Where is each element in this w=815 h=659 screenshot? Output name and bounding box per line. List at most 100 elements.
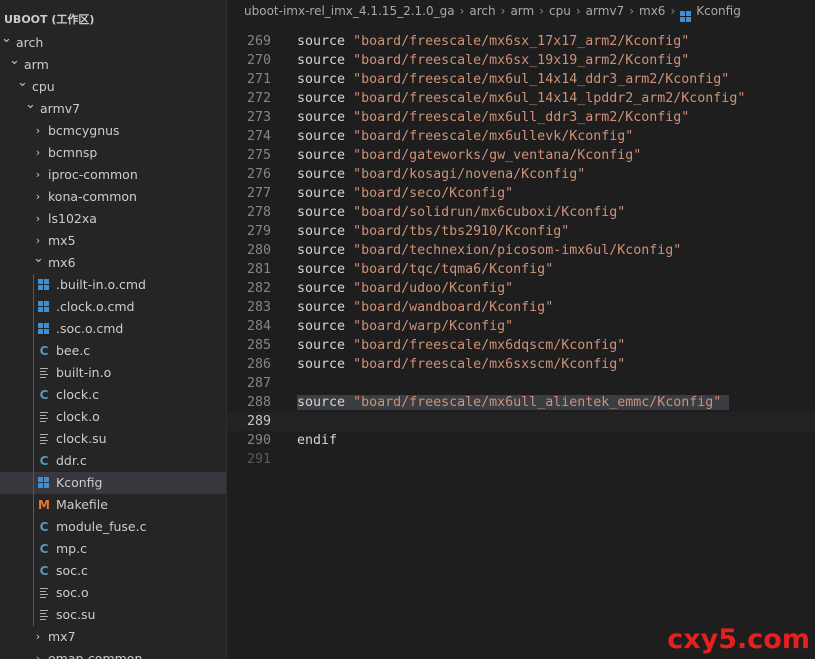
code-text: source "board/freescale/mx6sx_19x19_arm2… (297, 51, 689, 70)
code-line[interactable]: 272 source "board/freescale/mx6ul_14x14_l… (227, 89, 815, 108)
chevron-down-icon[interactable]: ⌄ (33, 248, 44, 270)
code-line[interactable]: 270 source "board/freescale/mx6sx_19x19_a… (227, 51, 815, 70)
tree-item-iproc-common[interactable]: › iproc-common (0, 164, 226, 186)
line-number: 283 (246, 300, 271, 315)
text-file-icon (38, 587, 50, 599)
line-number: 286 (246, 357, 271, 372)
tree-item-bcmcygnus[interactable]: › bcmcygnus (0, 120, 226, 142)
tree-item-bcmnsp[interactable]: › bcmnsp (0, 142, 226, 164)
code-line[interactable]: 274 source "board/freescale/mx6ullevk/Kco… (227, 127, 815, 146)
tree-item-label: built-in.o (56, 365, 112, 380)
chevron-right-icon[interactable]: › (33, 164, 43, 186)
code-line[interactable]: 286 source "board/freescale/mx6sxscm/Kcon… (227, 355, 815, 374)
chevron-down-icon[interactable]: ⌄ (1, 28, 12, 50)
line-number: 270 (246, 53, 271, 68)
breadcrumb: uboot-imx-rel_imx_4.1.15_2.1.0_ga › arch › a… (227, 0, 815, 22)
code-line[interactable]: 278 source "board/solidrun/mx6cuboxi/Kcon… (227, 203, 815, 222)
code-string: "board/warp/Kconfig" (353, 319, 514, 334)
chevron-down-icon[interactable]: ⌄ (9, 50, 20, 72)
code-text: source "board/seco/Kconfig" (297, 184, 513, 203)
tree-item-mx6[interactable]: ⌄ mx6 (0, 251, 226, 274)
tree-item-mx7[interactable]: › mx7 (0, 626, 226, 648)
code-editor[interactable]: uboot-imx-rel_imx_4.1.15_2.1.0_ga › arch › a… (227, 0, 815, 659)
breadcrumb-item[interactable]: cpu (549, 4, 571, 18)
tree-item-armv7[interactable]: ⌄ armv7 (0, 97, 226, 120)
code-text: source "board/freescale/mx6ull_alientek_… (297, 393, 730, 412)
code-string: "board/kosagi/novena/Kconfig" (353, 167, 586, 182)
code-keyword: source (297, 319, 346, 334)
chevron-right-icon[interactable]: › (33, 186, 43, 208)
code-line[interactable]: 283 source "board/wandboard/Kconfig" (227, 298, 815, 317)
line-number: 278 (246, 205, 271, 220)
code-keyword: source (297, 129, 346, 144)
code-string: "board/wandboard/Kconfig" (353, 300, 554, 315)
code-line[interactable]: 291 (227, 450, 815, 469)
breadcrumb-item[interactable]: uboot-imx-rel_imx_4.1.15_2.1.0_ga (244, 4, 455, 18)
tree-item-label: soc.c (56, 563, 88, 578)
line-number: 276 (246, 167, 271, 182)
code-keyword: source (297, 281, 346, 296)
text-file-icon (38, 411, 50, 423)
breadcrumb-item[interactable]: arm (510, 4, 534, 18)
code-line[interactable]: 269 source "board/freescale/mx6sx_17x17_a… (227, 32, 815, 51)
chevron-right-icon[interactable]: › (33, 648, 43, 659)
code-text: source "board/tbs/tbs2910/Kconfig" (297, 222, 569, 241)
chevron-right-icon[interactable]: › (33, 208, 43, 230)
code-line[interactable]: 288 source "board/freescale/mx6ull_alient… (227, 393, 815, 412)
code-string: "board/udoo/Kconfig" (353, 281, 514, 296)
code-keyword: source (297, 148, 346, 163)
code-string: "board/freescale/mx6sxscm/Kconfig" (353, 357, 626, 372)
selection-highlight: source "board/freescale/mx6ull_alientek_… (297, 395, 730, 410)
chevron-right-icon[interactable]: › (33, 120, 43, 142)
breadcrumb-item[interactable]: armv7 (586, 4, 625, 18)
code-line[interactable]: 279 source "board/tbs/tbs2910/Kconfig" (227, 222, 815, 241)
code-keyword: source (297, 224, 346, 239)
code-line[interactable]: 290 endif (227, 431, 815, 450)
code-string: "board/solidrun/mx6cuboxi/Kconfig" (353, 205, 626, 220)
windows-file-icon (38, 323, 50, 335)
text-file-icon (38, 609, 50, 621)
code-line[interactable]: 287 (227, 374, 815, 393)
code-line[interactable]: 281 source "board/tqc/tqma6/Kconfig" (227, 260, 815, 279)
code-line[interactable]: 271 source "board/freescale/mx6ul_14x14_d… (227, 70, 815, 89)
chevron-right-icon[interactable]: › (33, 626, 43, 648)
code-keyword: source (297, 338, 346, 353)
tree-item-label: bcmnsp (48, 145, 98, 160)
code-string: "board/freescale/mx6ull_alientek_emmc/Kc… (353, 395, 722, 410)
code-line[interactable]: 284 source "board/warp/Kconfig" (227, 317, 815, 336)
code-text: source "board/gateworks/gw_ventana/Kconf… (297, 146, 641, 165)
code-line[interactable]: 282 source "board/udoo/Kconfig" (227, 279, 815, 298)
code-string: "board/freescale/mx6sx_17x17_arm2/Kconfi… (353, 34, 690, 49)
line-number: 275 (246, 148, 271, 163)
code-line[interactable]: 280 source "board/technexion/picosom-imx6… (227, 241, 815, 260)
tree-item-label: arm (24, 57, 49, 72)
code-line[interactable]: 289 (227, 412, 815, 431)
breadcrumb-file[interactable]: Kconfig (696, 4, 741, 18)
code-line[interactable]: 275 source "board/gateworks/gw_ventana/Kc… (227, 146, 815, 165)
chevron-right-icon[interactable]: › (33, 142, 43, 164)
c-file-icon: C (39, 520, 49, 534)
code-line[interactable]: 273 source "board/freescale/mx6ull_ddr3_a… (227, 108, 815, 127)
code-text: endif (297, 431, 337, 450)
tree-item-ls102xa[interactable]: › ls102xa (0, 208, 226, 230)
c-file-icon: C (39, 564, 49, 578)
tree-item-label: .soc.o.cmd (56, 321, 124, 336)
chevron-down-icon[interactable]: ⌄ (25, 94, 36, 116)
c-file-icon: C (39, 542, 49, 556)
chevron-down-icon[interactable]: ⌄ (17, 72, 28, 94)
breadcrumb-item[interactable]: mx6 (639, 4, 665, 18)
line-number: 274 (246, 129, 271, 144)
code-line[interactable]: 277 source "board/seco/Kconfig" (227, 184, 815, 203)
tree-item-arch[interactable]: ⌄ arch (0, 31, 226, 54)
code-string: "board/seco/Kconfig" (353, 186, 514, 201)
tree-item-arm[interactable]: ⌄ arm (0, 53, 226, 76)
breadcrumb-item[interactable]: arch (469, 4, 495, 18)
tree-item-kona-common[interactable]: › kona-common (0, 186, 226, 208)
tree-item-omap-common[interactable]: › omap-common (0, 648, 226, 659)
tree-item-label: .built-in.o.cmd (56, 277, 146, 292)
code-string: "board/freescale/mx6ul_14x14_lpddr2_arm2… (353, 91, 746, 106)
code-line[interactable]: 276 source "board/kosagi/novena/Kconfig" (227, 165, 815, 184)
line-number: 271 (246, 72, 271, 87)
code-keyword: source (297, 34, 346, 49)
code-line[interactable]: 285 source "board/freescale/mx6dqscm/Kcon… (227, 336, 815, 355)
